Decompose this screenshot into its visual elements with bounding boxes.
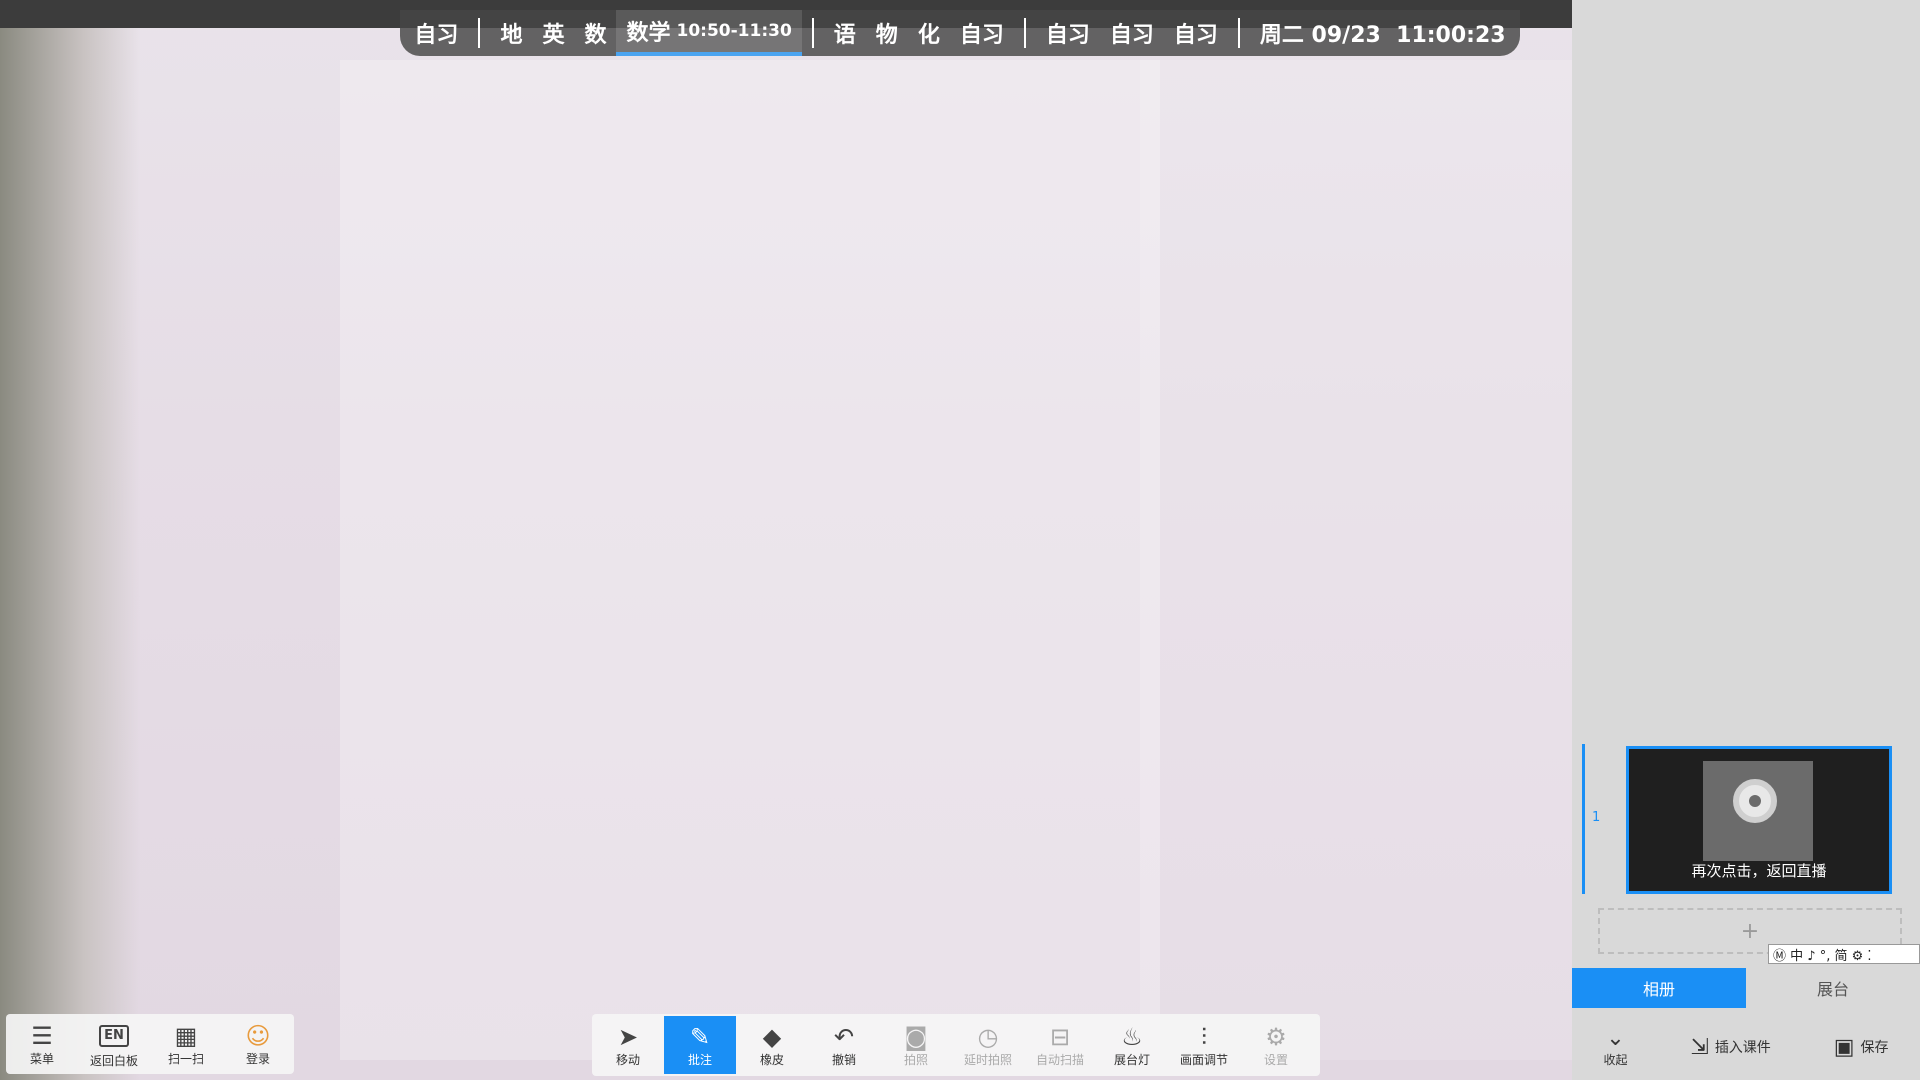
menu-label: 菜单 (29, 1051, 54, 1066)
insert-courseware-button[interactable]: ⇲ 插入课件 (1690, 1035, 1770, 1060)
insert-courseware-label: 插入课件 (1714, 1040, 1771, 1056)
auto-scan-label: 自动扫描 (1035, 1052, 1084, 1067)
login-button[interactable]: ☺ 登录 (226, 1015, 290, 1073)
date-time: 周二 09/23 11:00:23 (1259, 23, 1506, 48)
panel-tabs: 相册 展台 (1572, 968, 1920, 1008)
current-subject: 数学 (626, 21, 671, 46)
auto-scan-button[interactable]: ⊟ 自动扫描 (1024, 1016, 1096, 1074)
pen-icon: ✎ (689, 1022, 711, 1051)
schedule-divider (1237, 18, 1240, 48)
undo-label: 撤销 (831, 1052, 856, 1067)
tab-booth[interactable]: 展台 (1746, 968, 1920, 1008)
schedule-item-current: 数学 10:50-11:30 (616, 10, 802, 56)
settings-button[interactable]: ⚙ 设置 (1240, 1016, 1312, 1074)
gear-icon: ⚙ (1265, 1022, 1287, 1051)
collapse-button[interactable]: ⌄ 收起 (1603, 1026, 1627, 1068)
current-time-range: 10:50-11:30 (676, 21, 792, 41)
chevron-down-icon: ⌄ (1606, 1026, 1625, 1051)
cursor-arrow-icon: ➤ (617, 1022, 639, 1051)
schedule-item: 英 (542, 23, 565, 48)
schedule-item: 自习 (1173, 23, 1218, 48)
plus-icon: + (1740, 918, 1760, 944)
settings-label: 设置 (1263, 1052, 1288, 1067)
schedule-item: 数 (584, 23, 607, 48)
save-icon: ▣ (1833, 1034, 1855, 1060)
whiteboard-en-icon: EN (99, 1024, 129, 1047)
back-to-whiteboard-button[interactable]: EN 返回白板 (82, 1015, 146, 1073)
eraser-label: 橡皮 (759, 1052, 784, 1067)
lightbulb-icon: ♨ (1121, 1022, 1143, 1051)
hamburger-icon: ☰ (31, 1021, 53, 1050)
webcam-icon (1733, 779, 1777, 823)
schedule-item: 自习 (1045, 23, 1090, 48)
schedule-divider (478, 18, 481, 48)
annotate-button[interactable]: ✎ 批注 (664, 1016, 736, 1074)
schedule-item: 语 (833, 23, 856, 48)
panel-actions: ⌄ 收起 ⇲ 插入课件 ▣ 保存 (1572, 1014, 1920, 1080)
scan-frame-icon: ⊟ (1049, 1022, 1071, 1051)
sliders-icon: ⫶ (1201, 1022, 1207, 1051)
insert-icon: ⇲ (1690, 1034, 1709, 1060)
back-to-whiteboard-label: 返回白板 (89, 1053, 138, 1068)
schedule-item: 化 (917, 23, 940, 48)
qr-code-icon: ▦ (174, 1021, 198, 1050)
annotation-toolbar: ➤ 移动 ✎ 批注 ◆ 橡皮 ↶ 撤销 ◙ 拍照 ◷ 延时拍照 ⊟ 自动扫描 ♨… (592, 1014, 1320, 1076)
timer-icon: ◷ (977, 1022, 999, 1051)
login-label: 登录 (245, 1051, 270, 1066)
ime-status-bar[interactable]: Ⓜ 中 ♪ °, 简 ⚙ ⁚ (1768, 944, 1920, 964)
camera-feed-placeholder (340, 60, 1572, 1060)
delay-photo-button[interactable]: ◷ 延时拍照 (952, 1016, 1024, 1074)
schedule-item: 地 (500, 23, 523, 48)
thumbnail-index: 1 (1592, 810, 1601, 825)
class-schedule-bar: 自习 地 英 数 数学 10:50-11:30 语 物 化 自习 自习 自习 自… (400, 10, 1520, 56)
camera-icon: ◙ (904, 1022, 928, 1051)
menu-button[interactable]: ☰ 菜单 (10, 1015, 74, 1073)
image-adjust-button[interactable]: ⫶ 画面调节 (1168, 1016, 1240, 1074)
thumbnail-caption: 再次点击，返回直播 (1691, 862, 1827, 880)
image-adjust-label: 画面调节 (1179, 1052, 1228, 1067)
schedule-divider (1023, 18, 1026, 48)
move-label: 移动 (615, 1052, 640, 1067)
annotate-label: 批注 (687, 1052, 712, 1067)
avatar-icon: ☺ (245, 1021, 271, 1050)
left-toolbar: ☰ 菜单 EN 返回白板 ▦ 扫一扫 ☺ 登录 (6, 1014, 294, 1074)
schedule-item: 自习 (959, 23, 1004, 48)
thumbnail-selection-bar (1582, 744, 1585, 894)
live-thumbnail[interactable]: 再次点击，返回直播 (1626, 746, 1892, 894)
booth-light-label: 展台灯 (1113, 1052, 1150, 1067)
schedule-item: 自习 (1109, 23, 1154, 48)
collapse-label: 收起 (1603, 1053, 1628, 1067)
schedule-item: 自习 (414, 23, 459, 48)
save-label: 保存 (1860, 1040, 1889, 1056)
eraser-button[interactable]: ◆ 橡皮 (736, 1016, 808, 1074)
schedule-item: 物 (875, 23, 898, 48)
scan-button[interactable]: ▦ 扫一扫 (154, 1015, 218, 1073)
save-button[interactable]: ▣ 保存 (1834, 1035, 1889, 1060)
photo-button[interactable]: ◙ 拍照 (880, 1016, 952, 1074)
tab-album[interactable]: 相册 (1572, 968, 1746, 1008)
schedule-divider (811, 18, 814, 48)
undo-button[interactable]: ↶ 撤销 (808, 1016, 880, 1074)
scan-label: 扫一扫 (167, 1051, 204, 1066)
delay-photo-label: 延时拍照 (963, 1052, 1012, 1067)
booth-light-button[interactable]: ♨ 展台灯 (1096, 1016, 1168, 1074)
move-button[interactable]: ➤ 移动 (592, 1016, 664, 1074)
side-panel: 1 再次点击，返回直播 + Ⓜ 中 ♪ °, 简 ⚙ ⁚ 相册 展台 ⌄ 收起 … (1572, 0, 1920, 1080)
undo-icon: ↶ (833, 1022, 855, 1051)
eraser-icon: ◆ (762, 1022, 782, 1051)
camera-view[interactable] (0, 0, 1572, 1080)
photo-label: 拍照 (903, 1052, 928, 1067)
